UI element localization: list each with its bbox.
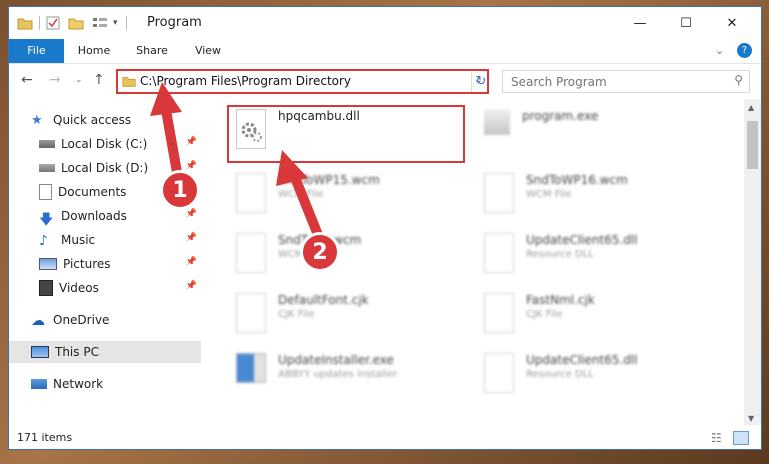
arrow-2 xyxy=(291,175,325,245)
step-badge-1: 1 xyxy=(160,170,200,210)
arrow-2-head xyxy=(276,150,308,186)
step-badge-2: 2 xyxy=(300,232,340,272)
arrow-1 xyxy=(161,105,183,183)
arrow-1-head xyxy=(150,82,182,116)
annotation-arrows xyxy=(150,82,325,245)
